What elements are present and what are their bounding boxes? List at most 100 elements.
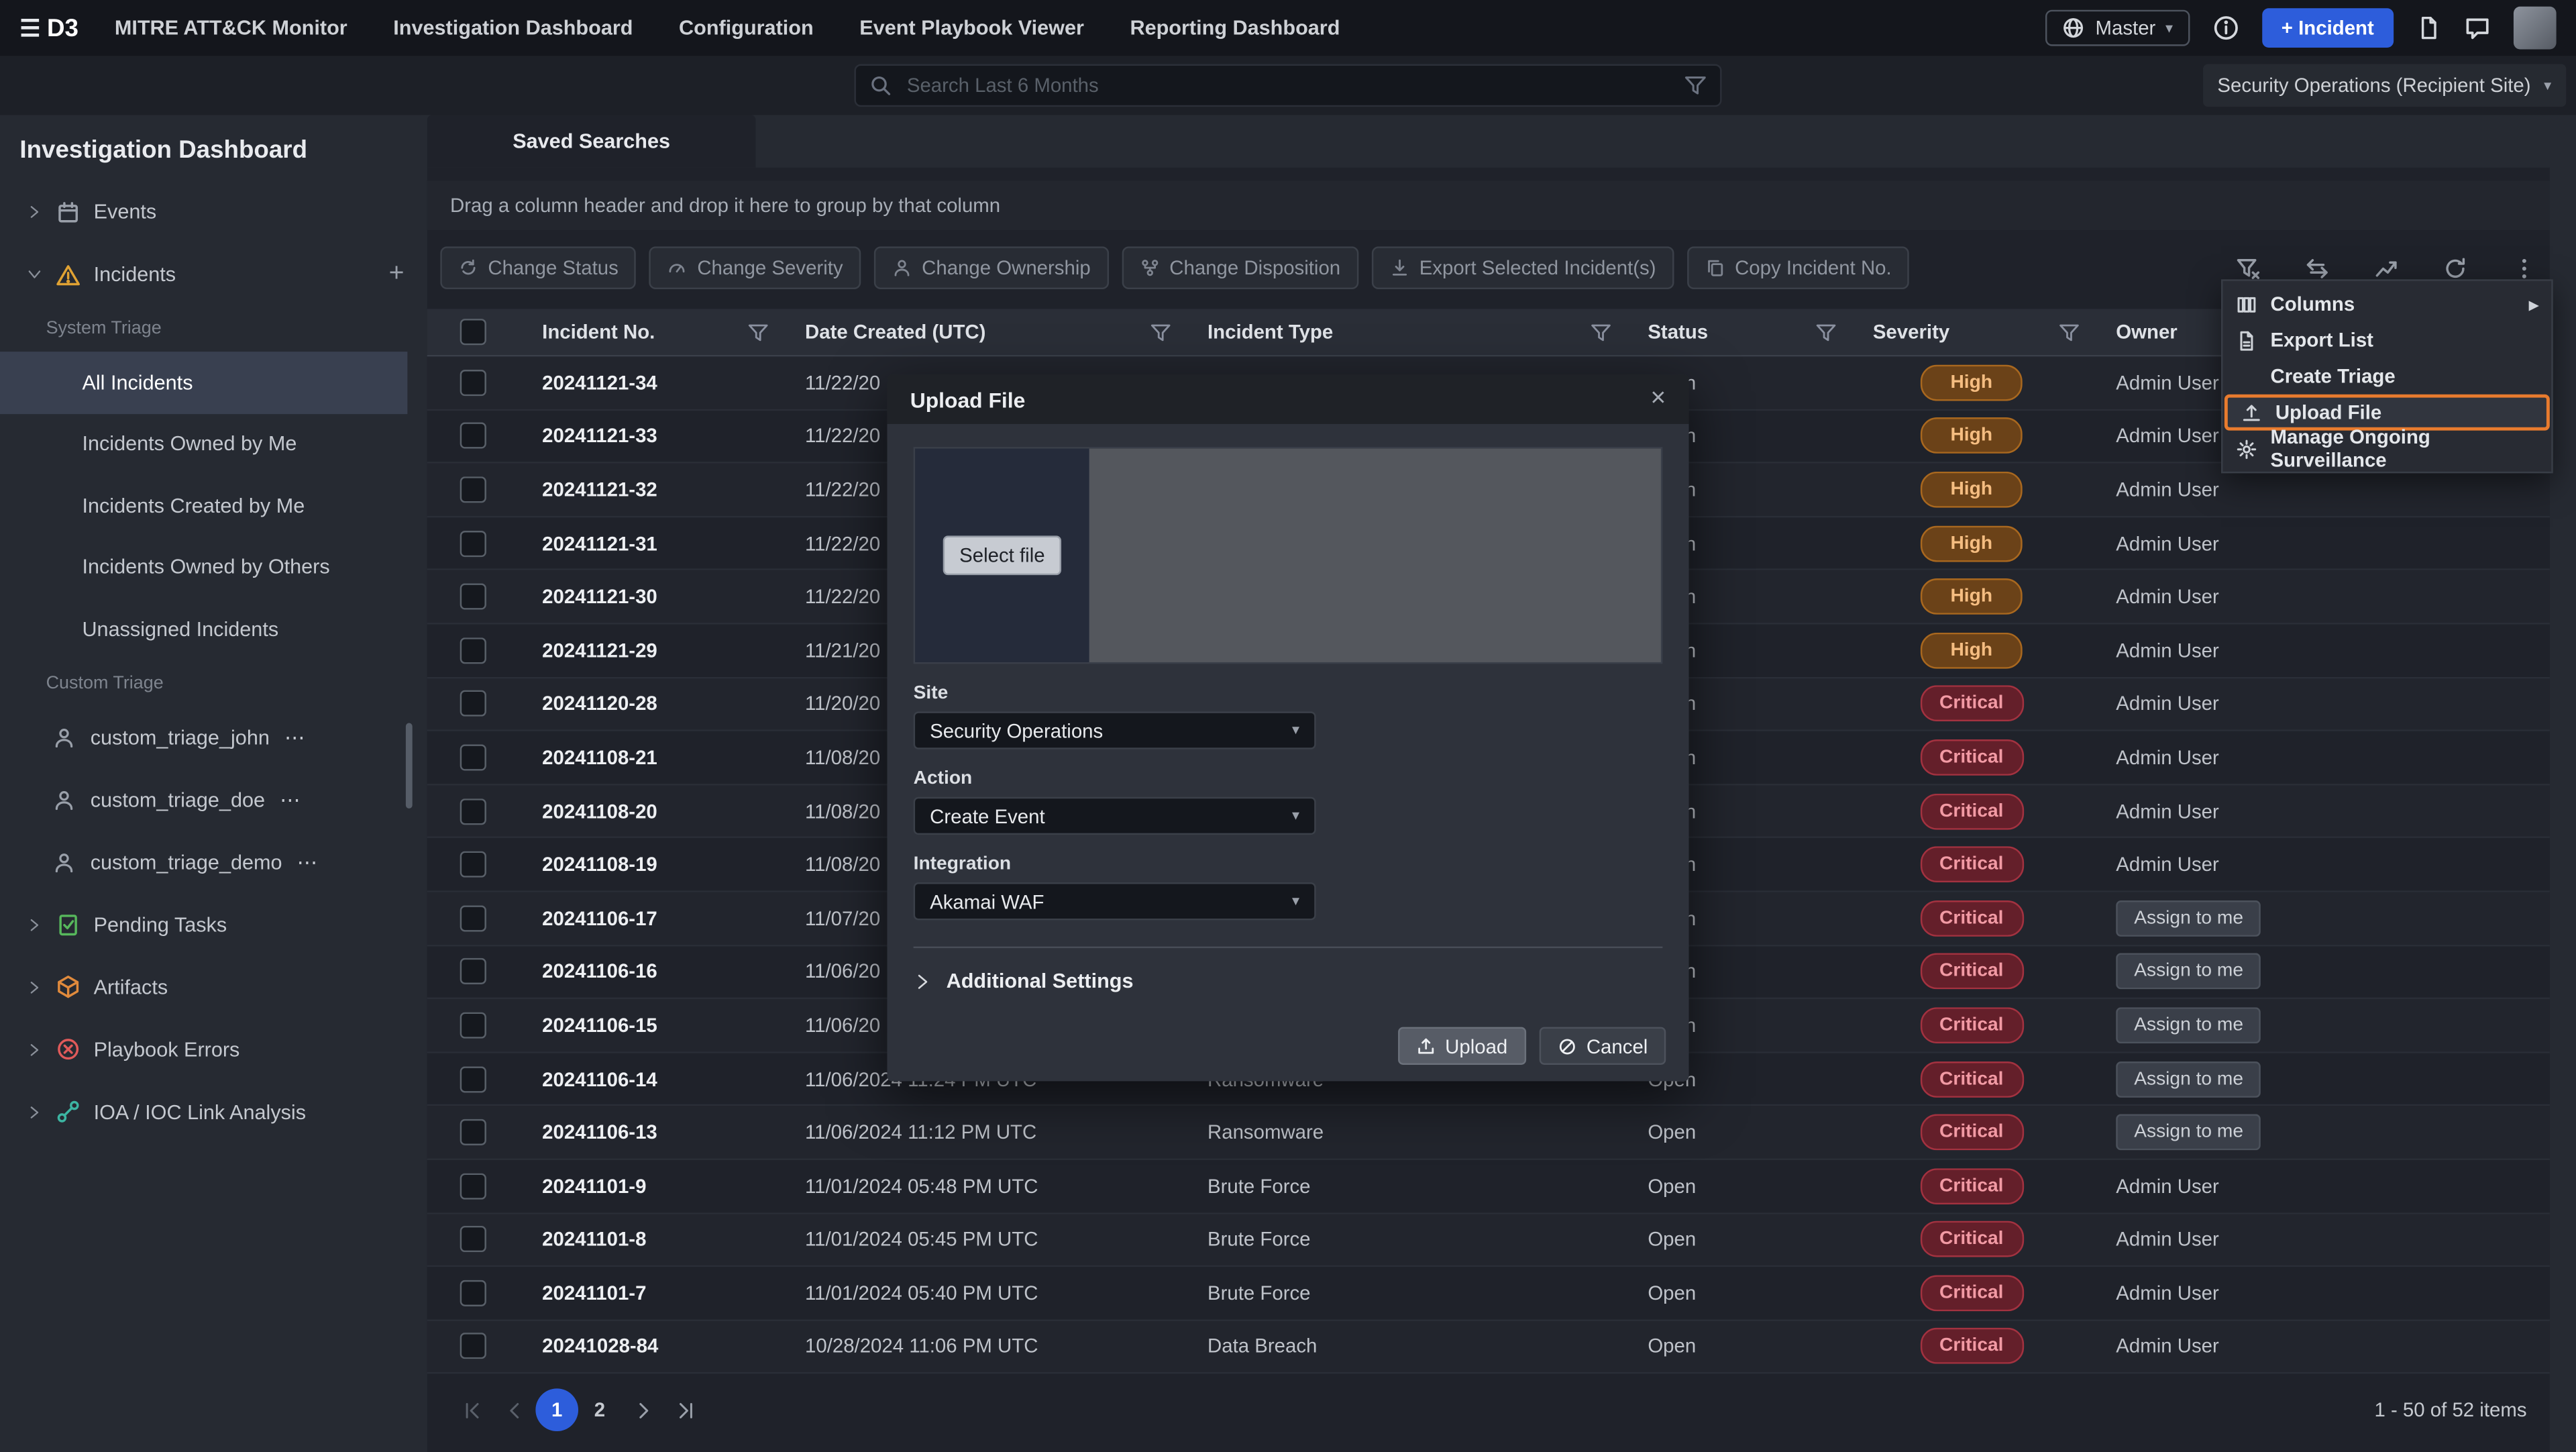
previous-page-button[interactable] bbox=[493, 1388, 536, 1431]
row-checkbox[interactable] bbox=[460, 744, 486, 770]
environment-selector[interactable]: Master ▾ bbox=[2046, 10, 2190, 46]
action-dropdown[interactable]: Create Event ▾ bbox=[914, 797, 1316, 835]
change-disposition-button[interactable]: Change Disposition bbox=[1122, 246, 1358, 289]
site-selector[interactable]: Security Operations (Recipient Site) ▾ bbox=[2202, 64, 2566, 107]
row-checkbox[interactable] bbox=[460, 851, 486, 878]
incident-no-link[interactable]: 20241121-34 bbox=[519, 371, 782, 394]
row-checkbox[interactable] bbox=[460, 370, 486, 396]
menu-item-create-triage[interactable]: Create Triage bbox=[2222, 358, 2551, 395]
sidebar-item-all-incidents[interactable]: All Incidents bbox=[0, 352, 407, 413]
select-file-button[interactable]: Select file bbox=[943, 535, 1061, 575]
assign-to-me-button[interactable]: Assign to me bbox=[2116, 1114, 2261, 1151]
last-page-button[interactable] bbox=[663, 1388, 706, 1431]
new-incident-button[interactable]: + Incident bbox=[2261, 8, 2394, 48]
row-checkbox[interactable] bbox=[460, 530, 486, 556]
incident-no-link[interactable]: 20241106-16 bbox=[519, 960, 782, 983]
next-page-button[interactable] bbox=[621, 1388, 664, 1431]
column-header-date-created[interactable]: Date Created (UTC) bbox=[782, 309, 1185, 355]
incident-no-link[interactable]: 20241106-17 bbox=[519, 906, 782, 929]
column-header-incident-type[interactable]: Incident Type bbox=[1185, 309, 1625, 355]
close-icon[interactable]: × bbox=[1650, 386, 1666, 413]
row-checkbox[interactable] bbox=[460, 423, 486, 449]
row-checkbox[interactable] bbox=[460, 1119, 486, 1145]
change-severity-button[interactable]: Change Severity bbox=[649, 246, 861, 289]
document-icon[interactable] bbox=[2416, 15, 2441, 41]
incident-no-link[interactable]: 20241101-7 bbox=[519, 1282, 782, 1304]
row-checkbox[interactable] bbox=[460, 690, 486, 717]
select-all-checkbox[interactable] bbox=[460, 319, 486, 345]
export-selected-incidents-button[interactable]: Export Selected Incident(s) bbox=[1372, 246, 1674, 289]
more-menu-icon[interactable] bbox=[2512, 256, 2536, 280]
row-checkbox[interactable] bbox=[460, 1066, 486, 1092]
search-input[interactable] bbox=[904, 72, 1672, 99]
additional-settings-toggle[interactable]: Additional Settings bbox=[914, 970, 1663, 992]
incident-no-link[interactable]: 20241101-8 bbox=[519, 1228, 782, 1251]
incident-no-link[interactable]: 20241028-84 bbox=[519, 1335, 782, 1358]
sidebar-scrollbar[interactable] bbox=[406, 723, 413, 809]
row-checkbox[interactable] bbox=[460, 1280, 486, 1306]
incident-no-link[interactable]: 20241108-20 bbox=[519, 800, 782, 823]
refresh-icon[interactable] bbox=[2443, 256, 2468, 280]
incident-no-link[interactable]: 20241121-29 bbox=[519, 639, 782, 662]
nav-reporting-dashboard[interactable]: Reporting Dashboard bbox=[1130, 16, 1340, 39]
nav-event-playbook-viewer[interactable]: Event Playbook Viewer bbox=[859, 16, 1084, 39]
incident-no-link[interactable]: 20241108-19 bbox=[519, 853, 782, 876]
sidebar-item-pending-tasks[interactable]: Pending Tasks bbox=[0, 893, 421, 955]
nav-investigation-dashboard[interactable]: Investigation Dashboard bbox=[393, 16, 633, 39]
integration-dropdown[interactable]: Akamai WAF ▾ bbox=[914, 882, 1316, 920]
column-filter-icon[interactable] bbox=[1150, 321, 1171, 343]
clear-filter-icon[interactable] bbox=[2236, 256, 2261, 280]
menu-item-export-list[interactable]: Export List bbox=[2222, 322, 2551, 358]
cancel-button[interactable]: Cancel bbox=[1539, 1027, 1666, 1065]
file-dropzone[interactable]: Select file bbox=[914, 447, 1663, 664]
sidebar-item-playbook-errors[interactable]: Playbook Errors bbox=[0, 1018, 421, 1080]
nav-configuration[interactable]: Configuration bbox=[679, 16, 814, 39]
change-status-button[interactable]: Change Status bbox=[440, 246, 636, 289]
column-header-severity[interactable]: Severity bbox=[1850, 309, 2093, 355]
more-options-icon[interactable]: ⋯ bbox=[280, 787, 301, 812]
incident-no-link[interactable]: 20241101-9 bbox=[519, 1174, 782, 1197]
row-checkbox[interactable] bbox=[460, 584, 486, 610]
dropzone-area[interactable] bbox=[1089, 449, 1661, 662]
column-filter-icon[interactable] bbox=[1591, 321, 1612, 343]
sidebar-item-unassigned-incidents[interactable]: Unassigned Incidents bbox=[0, 598, 421, 660]
more-options-icon[interactable]: ⋯ bbox=[297, 849, 318, 874]
first-page-button[interactable] bbox=[450, 1388, 493, 1431]
search-filter-icon[interactable] bbox=[1684, 74, 1707, 97]
incident-no-link[interactable]: 20241121-32 bbox=[519, 478, 782, 501]
row-checkbox[interactable] bbox=[460, 1227, 486, 1253]
incident-no-link[interactable]: 20241121-33 bbox=[519, 425, 782, 448]
column-header-incident-no[interactable]: Incident No. bbox=[519, 309, 782, 355]
chat-icon[interactable] bbox=[2464, 15, 2490, 41]
sidebar-item-custom-triage-demo[interactable]: custom_triage_demo ⋯ bbox=[0, 831, 421, 893]
page-button-2[interactable]: 2 bbox=[578, 1388, 621, 1431]
sidebar-item-custom-triage-john[interactable]: custom_triage_john ⋯ bbox=[0, 706, 421, 768]
row-checkbox[interactable] bbox=[460, 476, 486, 503]
site-dropdown[interactable]: Security Operations ▾ bbox=[914, 711, 1316, 749]
user-avatar[interactable] bbox=[2514, 7, 2557, 50]
nav-mitre-attck-monitor[interactable]: MITRE ATT&CK Monitor bbox=[115, 16, 347, 39]
sidebar-item-incidents-owned-by-others[interactable]: Incidents Owned by Others bbox=[0, 537, 421, 599]
row-checkbox[interactable] bbox=[460, 1333, 486, 1359]
column-settings-icon[interactable] bbox=[2305, 256, 2330, 280]
menu-item-manage-ongoing-surveillance[interactable]: Manage Ongoing Surveillance bbox=[2222, 431, 2551, 467]
change-ownership-button[interactable]: Change Ownership bbox=[874, 246, 1109, 289]
incident-no-link[interactable]: 20241106-15 bbox=[519, 1014, 782, 1037]
column-filter-icon[interactable] bbox=[2059, 321, 2080, 343]
sidebar-item-ioa-ioc-link-analysis[interactable]: IOA / IOC Link Analysis bbox=[0, 1080, 421, 1143]
sidebar-item-incidents-owned-by-me[interactable]: Incidents Owned by Me bbox=[0, 413, 421, 475]
incident-no-link[interactable]: 20241120-28 bbox=[519, 692, 782, 715]
row-checkbox[interactable] bbox=[460, 1173, 486, 1199]
row-checkbox[interactable] bbox=[460, 959, 486, 985]
incident-no-link[interactable]: 20241121-31 bbox=[519, 531, 782, 554]
row-checkbox[interactable] bbox=[460, 905, 486, 931]
incident-no-link[interactable]: 20241108-21 bbox=[519, 746, 782, 769]
upload-button[interactable]: Upload bbox=[1397, 1027, 1525, 1065]
row-checkbox[interactable] bbox=[460, 1012, 486, 1038]
tab-saved-searches[interactable]: Saved Searches bbox=[427, 115, 756, 167]
column-filter-icon[interactable] bbox=[1815, 321, 1837, 343]
trend-chart-icon[interactable] bbox=[2374, 256, 2399, 280]
sidebar-item-incidents-created-by-me[interactable]: Incidents Created by Me bbox=[0, 475, 421, 537]
sidebar-item-artifacts[interactable]: Artifacts bbox=[0, 955, 421, 1018]
sidebar-item-events[interactable]: Events bbox=[0, 180, 421, 243]
